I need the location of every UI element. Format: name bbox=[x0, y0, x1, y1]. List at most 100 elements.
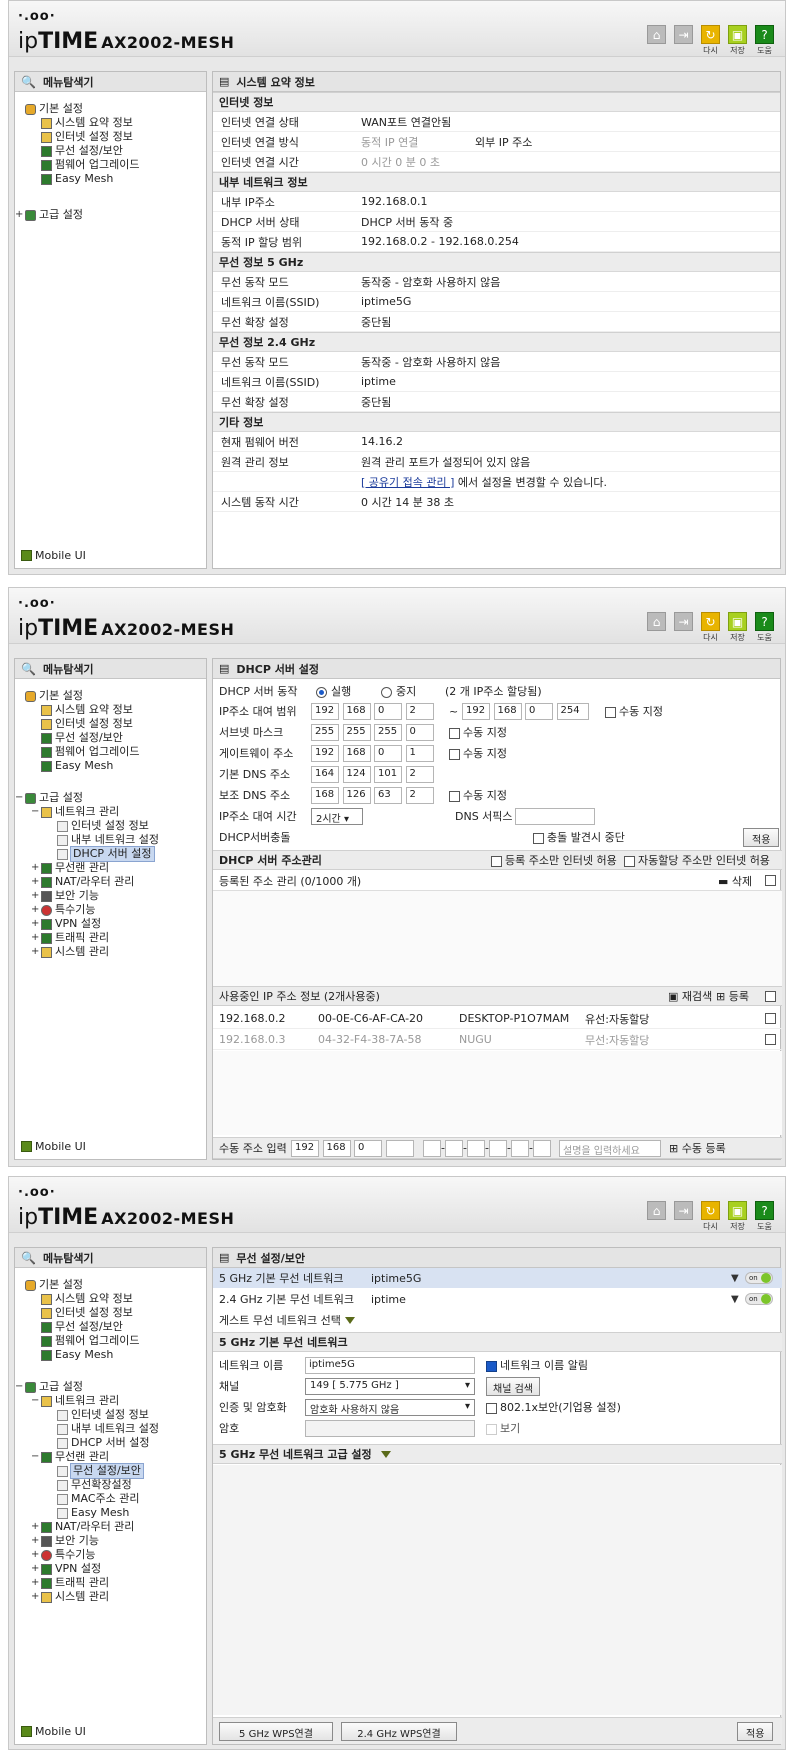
network-5ghz-row[interactable]: 5 GHz 기본 무선 네트워크 iptime5G ▼ on bbox=[213, 1268, 782, 1288]
collapse-icon[interactable]: − bbox=[31, 1394, 39, 1408]
tree-advanced[interactable]: − 고급 설정 bbox=[15, 1380, 159, 1394]
tree-item[interactable]: + VPN 설정 bbox=[25, 917, 159, 931]
tree-item[interactable]: + VPN 설정 bbox=[25, 1562, 159, 1576]
help-button[interactable]: ? 도움 bbox=[754, 1201, 775, 1232]
tree-basic[interactable]: 기본 설정 bbox=[25, 102, 139, 116]
guest-network-select[interactable]: 게스트 무선 네트워크 선택 bbox=[213, 1310, 782, 1330]
conflict-checkbox[interactable]: 충돌 발견시 중단 bbox=[533, 829, 625, 845]
expand-icon[interactable]: + bbox=[31, 1576, 39, 1590]
tree-basic[interactable]: 기본 설정 bbox=[25, 1278, 159, 1292]
tree-basic[interactable]: 기본 설정 bbox=[25, 689, 159, 703]
apply-button[interactable]: 적용 bbox=[737, 1722, 774, 1741]
help-button[interactable]: ? 도움 bbox=[754, 25, 775, 56]
lease-select[interactable]: 2시간 ▾ bbox=[311, 807, 363, 825]
select-all-inuse-checkbox[interactable] bbox=[765, 990, 776, 1002]
stop-radio[interactable]: 중지 bbox=[381, 683, 416, 699]
expand-icon[interactable]: + bbox=[31, 903, 39, 917]
show-password-checkbox[interactable]: 보기 bbox=[486, 1420, 520, 1436]
broadcast-checkbox[interactable]: 네트워크 이름 알림 bbox=[486, 1357, 588, 1373]
tree-item[interactable]: 내부 네트워크 설정 bbox=[25, 833, 159, 847]
tree-item[interactable]: 시스템 요약 정보 bbox=[25, 703, 159, 717]
expand-icon[interactable]: + bbox=[31, 931, 39, 945]
mobile-ui-link[interactable]: Mobile UI bbox=[21, 549, 86, 562]
tree-item[interactable]: + 무선랜 관리 bbox=[25, 861, 159, 875]
tree-item[interactable]: + 트래픽 관리 bbox=[25, 931, 159, 945]
tree-item-selected[interactable]: 무선 설정/보안 bbox=[25, 1463, 159, 1479]
ssid-input[interactable]: iptime5G bbox=[305, 1356, 475, 1374]
expand-icon[interactable]: + bbox=[31, 1590, 39, 1604]
manual-mac-fields[interactable]: ----- bbox=[423, 1139, 551, 1157]
channel-scan-button[interactable]: 채널 검색 bbox=[486, 1376, 540, 1396]
apply-button[interactable]: 적용 bbox=[743, 827, 780, 847]
collapse-icon[interactable]: − bbox=[15, 791, 23, 805]
tree-item[interactable]: 펌웨어 업그레이드 bbox=[25, 745, 159, 759]
tree-item[interactable]: + NAT/라우터 관리 bbox=[25, 875, 159, 889]
tree-item[interactable]: Easy Mesh bbox=[25, 759, 159, 773]
tree-item[interactable]: 무선확장설정 bbox=[25, 1478, 159, 1492]
tree-network[interactable]: − 네트워크 관리 bbox=[25, 805, 159, 819]
ip-start-fields[interactable]: 192 168 0 2 bbox=[311, 702, 434, 720]
register-button[interactable]: ⊞ 등록 bbox=[716, 988, 749, 1004]
tree-item[interactable]: 무선 설정/보안 bbox=[25, 144, 139, 158]
tree-item[interactable]: 시스템 요약 정보 bbox=[25, 116, 139, 130]
save-button[interactable]: ▣ 저장 bbox=[727, 612, 748, 643]
mobile-ui-link[interactable]: Mobile UI bbox=[21, 1725, 86, 1738]
description-input[interactable]: 설명을 입력하세요 bbox=[559, 1139, 661, 1157]
collapse-icon[interactable]: − bbox=[31, 805, 39, 819]
tree-wireless[interactable]: − 무선랜 관리 bbox=[25, 1450, 159, 1464]
dns1-fields[interactable]: 164 124 101 2 bbox=[311, 765, 434, 783]
tree-item[interactable]: + 시스템 관리 bbox=[25, 945, 159, 959]
tree-item[interactable]: + 트래픽 관리 bbox=[25, 1576, 159, 1590]
tree-item[interactable]: 인터넷 설정 정보 bbox=[25, 717, 159, 731]
tree-item[interactable]: 인터넷 설정 정보 bbox=[25, 1408, 159, 1422]
help-button[interactable]: ? 도움 bbox=[754, 612, 775, 643]
expand-icon[interactable]: + bbox=[31, 917, 39, 931]
dns2-fields[interactable]: 168 126 63 2 bbox=[311, 786, 434, 804]
tree-item[interactable]: + NAT/라우터 관리 bbox=[25, 1520, 159, 1534]
remote-access-link[interactable]: [ 공유기 접속 관리 ] bbox=[361, 476, 454, 489]
restart-button[interactable]: ↻ 다시 bbox=[700, 25, 721, 56]
tree-item[interactable]: + 특수기능 bbox=[25, 903, 159, 917]
tree-item-selected[interactable]: DHCP 서버 설정 bbox=[25, 846, 159, 862]
tree-item[interactable]: 시스템 요약 정보 bbox=[25, 1292, 159, 1306]
tree-item[interactable]: Easy Mesh bbox=[25, 172, 139, 186]
network-24ghz-row[interactable]: 2.4 GHz 기본 무선 네트워크 iptime ▼ on bbox=[213, 1289, 782, 1309]
tree-item[interactable]: + 보안 기능 bbox=[25, 889, 159, 903]
24ghz-toggle[interactable]: on bbox=[745, 1293, 773, 1305]
expand-icon[interactable]: + bbox=[31, 1520, 39, 1534]
delete-button[interactable]: ▬ 삭제 bbox=[718, 873, 752, 889]
expand-icon[interactable]: + bbox=[31, 861, 39, 875]
restart-button[interactable]: ↻ 다시 bbox=[700, 612, 721, 643]
dns-suffix-input[interactable] bbox=[515, 807, 595, 825]
subnet-manual-checkbox[interactable]: 수동 지정 bbox=[449, 724, 507, 740]
tree-network[interactable]: − 네트워크 관리 bbox=[25, 1394, 159, 1408]
registered-only-checkbox[interactable]: 등록 주소만 인터넷 허용 bbox=[491, 852, 617, 868]
expand-icon[interactable]: + bbox=[15, 208, 23, 222]
auth-select[interactable]: 암호화 사용하지 않음 ▾ bbox=[305, 1398, 475, 1416]
home-button[interactable]: ⌂ bbox=[646, 612, 667, 643]
tree-item[interactable]: + 특수기능 bbox=[25, 1548, 159, 1562]
tree-item[interactable]: + 시스템 관리 bbox=[25, 1590, 159, 1604]
home-button[interactable]: ⌂ bbox=[646, 1201, 667, 1232]
mobile-ui-link[interactable]: Mobile UI bbox=[21, 1140, 86, 1153]
subnet-fields[interactable]: 255 255 255 0 bbox=[311, 723, 434, 741]
channel-select[interactable]: 149 [ 5.775 GHz ] ▾ bbox=[305, 1377, 475, 1395]
tree-item[interactable]: 인터넷 설정 정보 bbox=[25, 1306, 159, 1320]
wps-5ghz-button[interactable]: 5 GHz WPS연결 bbox=[219, 1722, 333, 1741]
expand-icon[interactable]: + bbox=[31, 1548, 39, 1562]
gateway-fields[interactable]: 192 168 0 1 bbox=[311, 744, 434, 762]
manual-ip-fields[interactable]: 192 168 0 bbox=[291, 1139, 414, 1157]
row-checkbox[interactable] bbox=[765, 1013, 776, 1024]
tree-item[interactable]: 펌웨어 업그레이드 bbox=[25, 1334, 159, 1348]
tree-item[interactable]: 인터넷 설정 정보 bbox=[25, 130, 139, 144]
tree-advanced[interactable]: − 고급 설정 bbox=[15, 791, 159, 805]
dot1x-checkbox[interactable]: 802.1x보안(기업용 설정) bbox=[486, 1399, 621, 1415]
tree-advanced[interactable]: + 고급 설정 bbox=[15, 208, 139, 222]
tree-item[interactable]: 펌웨어 업그레이드 bbox=[25, 158, 139, 172]
collapse-icon[interactable]: − bbox=[15, 1380, 23, 1394]
wps-24ghz-button[interactable]: 2.4 GHz WPS연결 bbox=[341, 1722, 457, 1741]
tree-item[interactable]: DHCP 서버 설정 bbox=[25, 1436, 159, 1450]
expand-icon[interactable]: + bbox=[31, 1562, 39, 1576]
logout-button[interactable]: ⇥ bbox=[673, 1201, 694, 1232]
dns2-manual-checkbox[interactable]: 수동 지정 bbox=[449, 787, 507, 803]
